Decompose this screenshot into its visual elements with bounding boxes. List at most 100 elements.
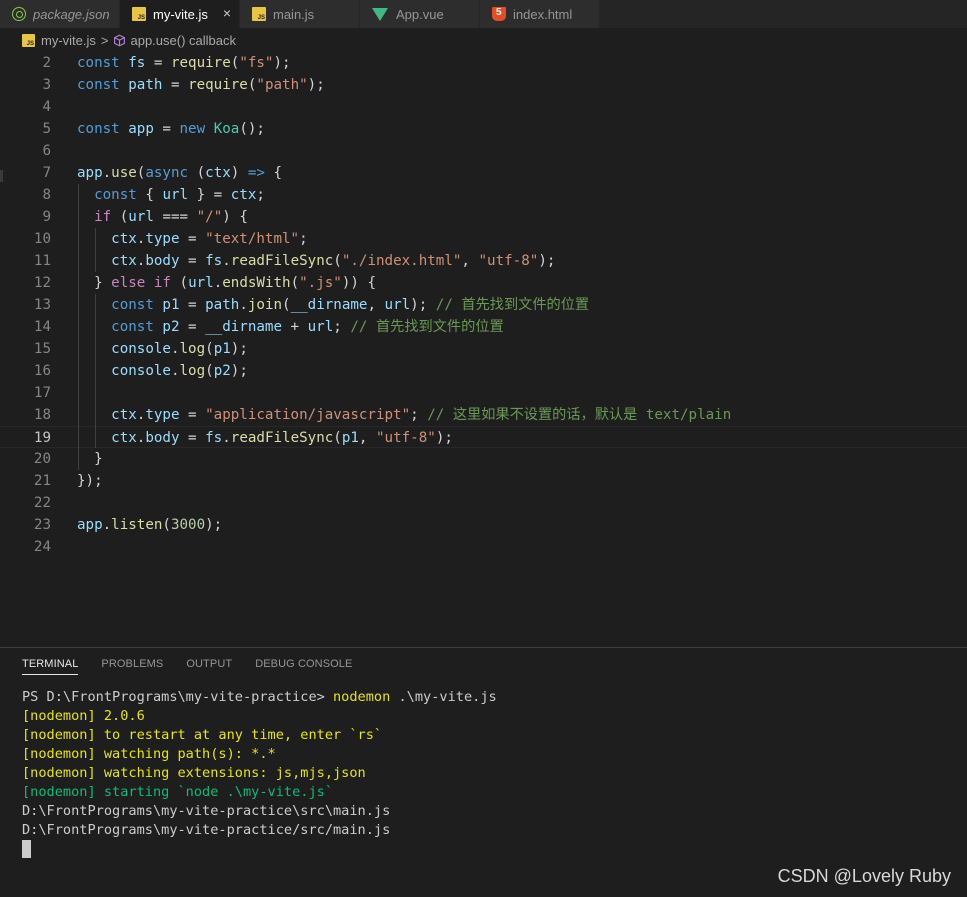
code-line[interactable]: 4 xyxy=(0,96,967,118)
code-line[interactable]: 21}); xyxy=(0,470,967,492)
code-token: "/" xyxy=(196,209,223,225)
code-token: ); xyxy=(538,253,556,269)
code-token: ( xyxy=(333,253,342,269)
code-token: endsWith xyxy=(222,275,291,291)
code-token: url xyxy=(384,297,411,313)
terminal-prompt-line: PS D:\FrontPrograms\my-vite-practice> no… xyxy=(22,688,497,707)
tab-package-json[interactable]: package.json xyxy=(0,0,120,28)
code-line[interactable]: 12 } else if (url.endsWith(".js")) { xyxy=(0,272,967,294)
code-line[interactable]: 16 console.log(p2); xyxy=(0,360,967,382)
tab-debug-console[interactable]: DEBUG CONSOLE xyxy=(255,658,352,675)
tab-index-html[interactable]: index.html xyxy=(480,0,600,28)
code-token: ) { xyxy=(222,209,248,225)
terminal-line: [nodemon] 2.0.6 xyxy=(22,708,145,724)
code-token: ; xyxy=(410,407,428,423)
code-line[interactable]: 17 xyxy=(0,382,967,404)
code-line[interactable]: 9 if (url === "/") { xyxy=(0,206,967,228)
code-line[interactable]: 18 ctx.type = "application/javascript"; … xyxy=(0,404,967,426)
code-token: . xyxy=(170,363,180,379)
code-token: )) { xyxy=(341,275,377,291)
code-text: ctx.body = fs.readFileSync(p1, "utf-8"); xyxy=(77,427,453,449)
code-token: "text/html" xyxy=(205,231,300,247)
code-token: const xyxy=(111,297,154,313)
line-number: 10 xyxy=(33,231,51,247)
code-token: = xyxy=(179,430,206,446)
tab-label: package.json xyxy=(33,6,110,22)
code-token: "utf-8" xyxy=(376,430,436,446)
terminal-output[interactable]: PS D:\FrontPrograms\my-vite-practice> no… xyxy=(22,688,497,859)
code-line[interactable]: 8 const { url } = ctx; xyxy=(0,184,967,206)
code-text: } else if (url.endsWith(".js")) { xyxy=(77,272,376,294)
code-line[interactable]: 22 xyxy=(0,492,967,514)
breadcrumb-file[interactable]: my-vite.js xyxy=(41,33,96,48)
code-line[interactable]: 2 const fs = require("fs"); xyxy=(0,52,967,74)
tab-output[interactable]: OUTPUT xyxy=(186,658,232,675)
code-token: ( xyxy=(333,430,342,446)
code-token: // 首先找到文件的位置 xyxy=(435,297,590,313)
code-text: console.log(p1); xyxy=(77,338,248,360)
code-token: __dirname xyxy=(290,297,368,313)
code-token: (); xyxy=(239,121,265,137)
code-text: ctx.type = "text/html"; xyxy=(77,228,307,250)
tab-my-vite-js[interactable]: my-vite.js × xyxy=(120,0,240,28)
code-token: readFileSync xyxy=(230,253,334,269)
code-token: url xyxy=(188,275,214,291)
code-line[interactable]: 14 const p2 = __dirname + url; // 首先找到文件… xyxy=(0,316,967,338)
code-line[interactable]: 15 console.log(p1); xyxy=(0,338,967,360)
tab-app-vue[interactable]: App.vue xyxy=(360,0,480,28)
code-token: = xyxy=(145,55,171,71)
code-token: "./index.html" xyxy=(341,253,462,269)
code-line[interactable]: 19 ctx.body = fs.readFileSync(p1, "utf-8… xyxy=(0,426,967,448)
code-text: ctx.body = fs.readFileSync("./index.html… xyxy=(77,250,555,272)
terminal-line: D:\FrontPrograms\my-vite-practice/src/ma… xyxy=(22,822,391,838)
line-number: 7 xyxy=(42,165,51,181)
code-line[interactable]: 23 app.listen(3000); xyxy=(0,514,967,536)
code-token: type xyxy=(145,231,180,247)
code-text: const p1 = path.join(__dirname, url); //… xyxy=(77,294,589,316)
code-token: require xyxy=(170,55,231,71)
code-line[interactable]: 11 ctx.body = fs.readFileSync("./index.h… xyxy=(0,250,967,272)
code-token: ctx xyxy=(230,187,257,203)
code-line[interactable]: 6 xyxy=(0,140,967,162)
code-text: const fs = require("fs"); xyxy=(77,52,291,74)
code-token: log xyxy=(179,341,206,357)
tab-problems[interactable]: PROBLEMS xyxy=(101,658,163,675)
code-line[interactable]: 20 } xyxy=(0,448,967,470)
code-token: console xyxy=(111,363,171,379)
code-token: ( xyxy=(170,275,189,291)
code-text: } xyxy=(77,448,103,470)
code-line[interactable]: 5 const app = new Koa(); xyxy=(0,118,967,140)
code-line[interactable]: 3 const path = require("path"); xyxy=(0,74,967,96)
line-number: 18 xyxy=(33,407,51,423)
tab-label: my-vite.js xyxy=(153,6,208,22)
breadcrumb-symbol[interactable]: app.use() callback xyxy=(130,33,236,48)
code-line[interactable]: 7 app.use(async (ctx) => { xyxy=(0,162,967,184)
indent-guide xyxy=(95,228,97,272)
tab-terminal[interactable]: TERMINAL xyxy=(22,658,79,675)
code-line[interactable]: 13 const p1 = path.join(__dirname, url);… xyxy=(0,294,967,316)
code-text: const app = new Koa(); xyxy=(77,118,265,140)
indent-guide xyxy=(78,184,79,470)
code-line[interactable]: 10 ctx.type = "text/html"; xyxy=(0,228,967,250)
code-token: const xyxy=(94,187,137,203)
code-text: if (url === "/") { xyxy=(77,206,248,228)
code-token: path xyxy=(119,77,163,93)
code-token: = xyxy=(179,297,206,313)
code-token: type xyxy=(145,407,180,423)
code-token: url xyxy=(128,209,154,225)
code-token: p2 xyxy=(153,319,180,335)
code-line[interactable]: 24 xyxy=(0,536,967,558)
bottom-panel: TERMINAL PROBLEMS OUTPUT DEBUG CONSOLE P… xyxy=(0,647,967,897)
terminal-line: D:\FrontPrograms\my-vite-practice\src\ma… xyxy=(22,803,391,819)
terminal-cursor-line xyxy=(22,840,497,859)
code-editor[interactable]: 2 const fs = require("fs"); 3 const path = … xyxy=(0,52,967,646)
code-token: } xyxy=(77,275,112,291)
tab-main-js[interactable]: main.js xyxy=(240,0,360,28)
line-number: 4 xyxy=(42,99,51,115)
line-number: 21 xyxy=(33,473,51,489)
close-icon[interactable]: × xyxy=(223,6,231,20)
